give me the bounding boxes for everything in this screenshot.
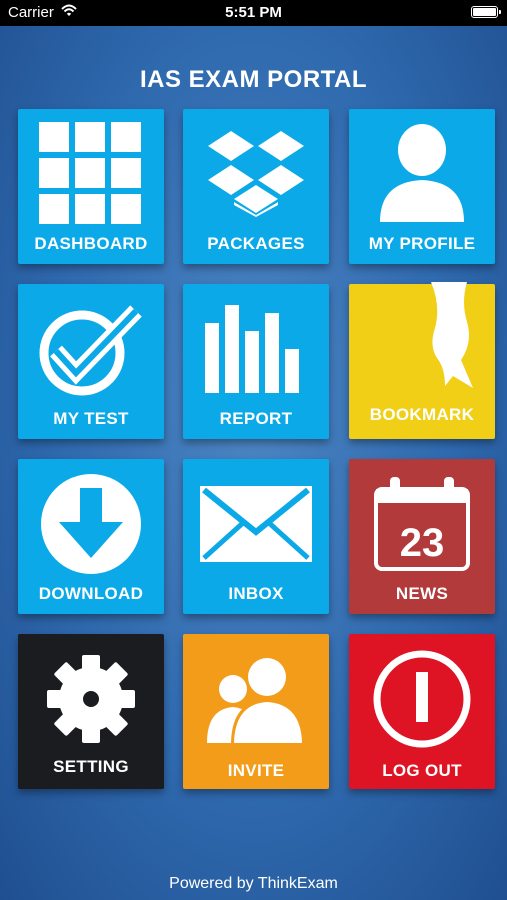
clock: 5:51 PM: [225, 4, 282, 21]
tile-label: INBOX: [228, 584, 284, 603]
tile-my-test[interactable]: MY TEST: [18, 284, 164, 439]
grid-icon: [18, 119, 164, 229]
tile-dashboard[interactable]: DASHBOARD: [18, 109, 164, 264]
calendar-icon: 23: [349, 469, 495, 579]
tile-my-profile[interactable]: MY PROFILE: [349, 109, 495, 264]
tile-report[interactable]: REPORT: [183, 284, 329, 439]
tile-label: DASHBOARD: [34, 234, 148, 253]
calendar-day: 23: [399, 521, 445, 565]
tile-label: PACKAGES: [207, 234, 305, 253]
tile-label: DOWNLOAD: [38, 584, 144, 603]
tile-packages[interactable]: PACKAGES: [183, 109, 329, 264]
tile-label: REPORT: [219, 409, 293, 428]
tile-label: INVITE: [227, 761, 285, 780]
user-icon: [349, 119, 495, 229]
tile-label: MY TEST: [53, 409, 129, 428]
power-icon: [349, 644, 495, 754]
tile-label: NEWS: [395, 584, 449, 603]
battery-icon: [471, 6, 501, 18]
page-title: IAS EXAM PORTAL: [139, 66, 368, 93]
users-icon: [183, 644, 329, 754]
tile-label: MY PROFILE: [368, 234, 476, 253]
envelope-icon: [183, 469, 329, 579]
tile-inbox[interactable]: INBOX: [183, 459, 329, 614]
bookmark-ribbon-icon: [349, 281, 495, 394]
tile-download[interactable]: DOWNLOAD: [18, 459, 164, 614]
dropbox-icon: [183, 119, 329, 229]
download-icon: [18, 469, 164, 579]
tile-news[interactable]: 23 NEWS: [349, 459, 495, 614]
tile-invite[interactable]: INVITE: [183, 634, 329, 789]
status-bar: Carrier 5:51 PM: [0, 0, 507, 26]
bar-chart-icon: [183, 294, 329, 404]
tile-log-out[interactable]: LOG OUT: [349, 634, 495, 789]
tile-label: SETTING: [53, 757, 129, 776]
gear-icon: [18, 644, 164, 754]
tile-setting[interactable]: SETTING: [18, 634, 164, 789]
tile-bookmark[interactable]: BOOKMARK: [349, 281, 495, 439]
powered-by-footer: Powered by ThinkExam: [169, 875, 338, 892]
tile-label: BOOKMARK: [369, 405, 475, 424]
check-circle-icon: [18, 294, 164, 404]
tile-label: LOG OUT: [382, 761, 462, 780]
